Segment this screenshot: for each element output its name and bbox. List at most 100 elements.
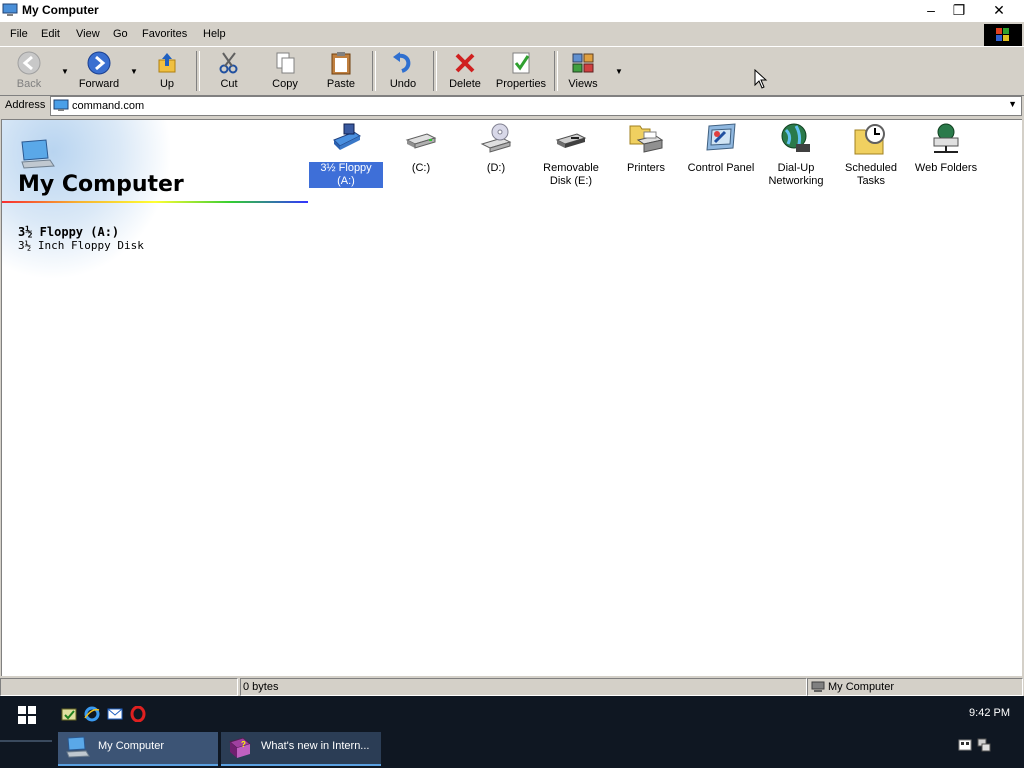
taskbar-button-my-computer[interactable]: My Computer	[58, 732, 218, 766]
restore-button[interactable]: ❐	[942, 0, 976, 22]
scheduled-tasks-icon	[854, 124, 885, 155]
paste-label: Paste	[326, 78, 356, 90]
drive-item-removable-e[interactable]: Removable Disk (E:)	[534, 122, 608, 188]
menu-help[interactable]: Help	[203, 28, 226, 40]
task-title: My Computer	[98, 740, 165, 752]
windows-throbber-icon	[984, 24, 1022, 46]
delete-label: Delete	[449, 78, 481, 90]
views-button[interactable]: Views	[566, 49, 600, 93]
forward-dropdown-icon[interactable]: ▼	[130, 67, 138, 76]
menu-view[interactable]: View	[76, 28, 100, 40]
up-folder-icon	[158, 53, 176, 73]
page-title: My Computer	[18, 172, 184, 197]
undo-arrow-icon	[393, 52, 411, 73]
toolbar-separator	[372, 51, 376, 91]
up-button[interactable]: Up	[150, 49, 184, 93]
properties-icon	[512, 52, 530, 74]
item-label: Removable Disk (E:)	[543, 162, 599, 187]
my-computer-icon	[2, 3, 18, 16]
menu-file[interactable]: File	[10, 28, 28, 40]
mouse-cursor-icon	[754, 69, 768, 89]
views-label: Views	[568, 78, 598, 90]
views-grid-icon	[572, 53, 594, 73]
cut-button[interactable]: Cut	[212, 49, 246, 93]
folder-item-printers[interactable]: Printers	[609, 122, 683, 175]
address-dropdown-icon[interactable]: ▼	[1008, 99, 1017, 109]
hard-drive-icon	[405, 133, 437, 149]
drive-item-floppy-a[interactable]: 3½ Floppy (A:)	[309, 122, 383, 188]
explorer-window: My Computer – ❐ ✕ File Edit View Go Favo…	[0, 0, 1024, 696]
standard-toolbar: Back ▼ Forward ▼ Up Cut Copy Paste Undo	[0, 46, 1024, 96]
network-tray-icon[interactable]	[977, 738, 991, 752]
removable-disk-icon	[555, 133, 587, 148]
delete-x-icon	[455, 53, 475, 73]
menu-go[interactable]: Go	[113, 28, 128, 40]
system-clock[interactable]: 9:42 PM	[969, 707, 1010, 719]
item-label: Printers	[627, 162, 665, 174]
forward-arrow-icon	[87, 51, 111, 75]
taskbar: 9:42 PM My Computer ? What's new in Inte…	[0, 696, 1024, 768]
address-bar: Address command.com ▼	[0, 95, 1024, 117]
svg-text:?: ?	[241, 740, 246, 749]
item-label: (C:)	[411, 162, 431, 174]
status-zone-pane: My Computer	[807, 678, 1023, 696]
scissors-icon	[219, 52, 238, 74]
clipboard-icon	[331, 52, 351, 75]
views-dropdown-icon[interactable]: ▼	[615, 67, 623, 76]
item-label: Dial-Up Networking	[768, 162, 824, 187]
paste-button[interactable]: Paste	[323, 49, 359, 93]
item-label: Control Panel	[687, 162, 755, 174]
menu-favorites[interactable]: Favorites	[142, 28, 187, 40]
close-button[interactable]: ✕	[982, 0, 1016, 22]
toolbar-separator	[554, 51, 558, 91]
windows-start-icon[interactable]	[18, 706, 36, 724]
floppy-drive-icon	[333, 123, 361, 150]
input-language-icon[interactable]	[958, 738, 972, 752]
internet-explorer-icon[interactable]	[84, 706, 100, 722]
copy-icon	[276, 52, 295, 74]
show-desktop-icon[interactable]	[61, 706, 77, 722]
webview-info-pane: My Computer 3½ Floppy (A:) 3½ Inch Flopp…	[2, 120, 312, 676]
properties-button[interactable]: Properties	[494, 49, 548, 93]
copy-label: Copy	[272, 78, 298, 90]
item-label: Web Folders	[914, 162, 978, 174]
address-label: Address	[5, 99, 46, 111]
toolbar-separator	[196, 51, 200, 91]
my-computer-large-icon	[21, 139, 55, 169]
undo-button[interactable]: Undo	[386, 49, 420, 93]
drive-item-c[interactable]: (C:)	[384, 122, 458, 175]
menu-edit[interactable]: Edit	[41, 28, 60, 40]
outlook-express-icon[interactable]	[107, 706, 123, 722]
title-rule-divider	[2, 201, 308, 203]
help-book-icon: ?	[228, 737, 252, 758]
copy-button[interactable]: Copy	[268, 49, 302, 93]
taskbar-button-whats-new[interactable]: ? What's new in Intern...	[221, 732, 381, 766]
folder-item-control-panel[interactable]: Control Panel	[684, 122, 758, 175]
drive-item-d[interactable]: (D:)	[459, 122, 533, 175]
folder-item-scheduled-tasks[interactable]: Scheduled Tasks	[834, 122, 908, 188]
item-label: (D:)	[486, 162, 506, 174]
my-computer-small-icon	[53, 99, 69, 111]
back-dropdown-icon[interactable]: ▼	[61, 67, 69, 76]
dialup-networking-icon	[781, 123, 810, 152]
web-folders-icon	[933, 123, 959, 153]
title-bar[interactable]: My Computer – ❐ ✕	[0, 0, 1024, 22]
back-button[interactable]: Back	[10, 49, 48, 93]
address-input[interactable]: command.com ▼	[50, 96, 1022, 116]
menu-bar: File Edit View Go Favorites Help	[0, 24, 1024, 46]
status-pane-empty	[0, 678, 238, 696]
forward-button[interactable]: Forward	[76, 49, 122, 93]
folder-view: My Computer 3½ Floppy (A:) 3½ Inch Flopp…	[1, 119, 1022, 676]
cut-label: Cut	[220, 78, 238, 90]
status-size: 0 bytes	[240, 678, 807, 696]
folder-item-web-folders[interactable]: Web Folders	[909, 122, 983, 175]
undo-label: Undo	[389, 78, 417, 90]
opera-browser-icon[interactable]	[130, 706, 146, 722]
start-indicator	[0, 740, 52, 742]
my-computer-task-icon	[66, 736, 90, 758]
folder-item-dialup-networking[interactable]: Dial-Up Networking	[759, 122, 833, 188]
delete-button[interactable]: Delete	[446, 49, 484, 93]
properties-label: Properties	[495, 78, 547, 90]
forward-label: Forward	[78, 78, 120, 90]
window-title: My Computer	[22, 3, 99, 17]
